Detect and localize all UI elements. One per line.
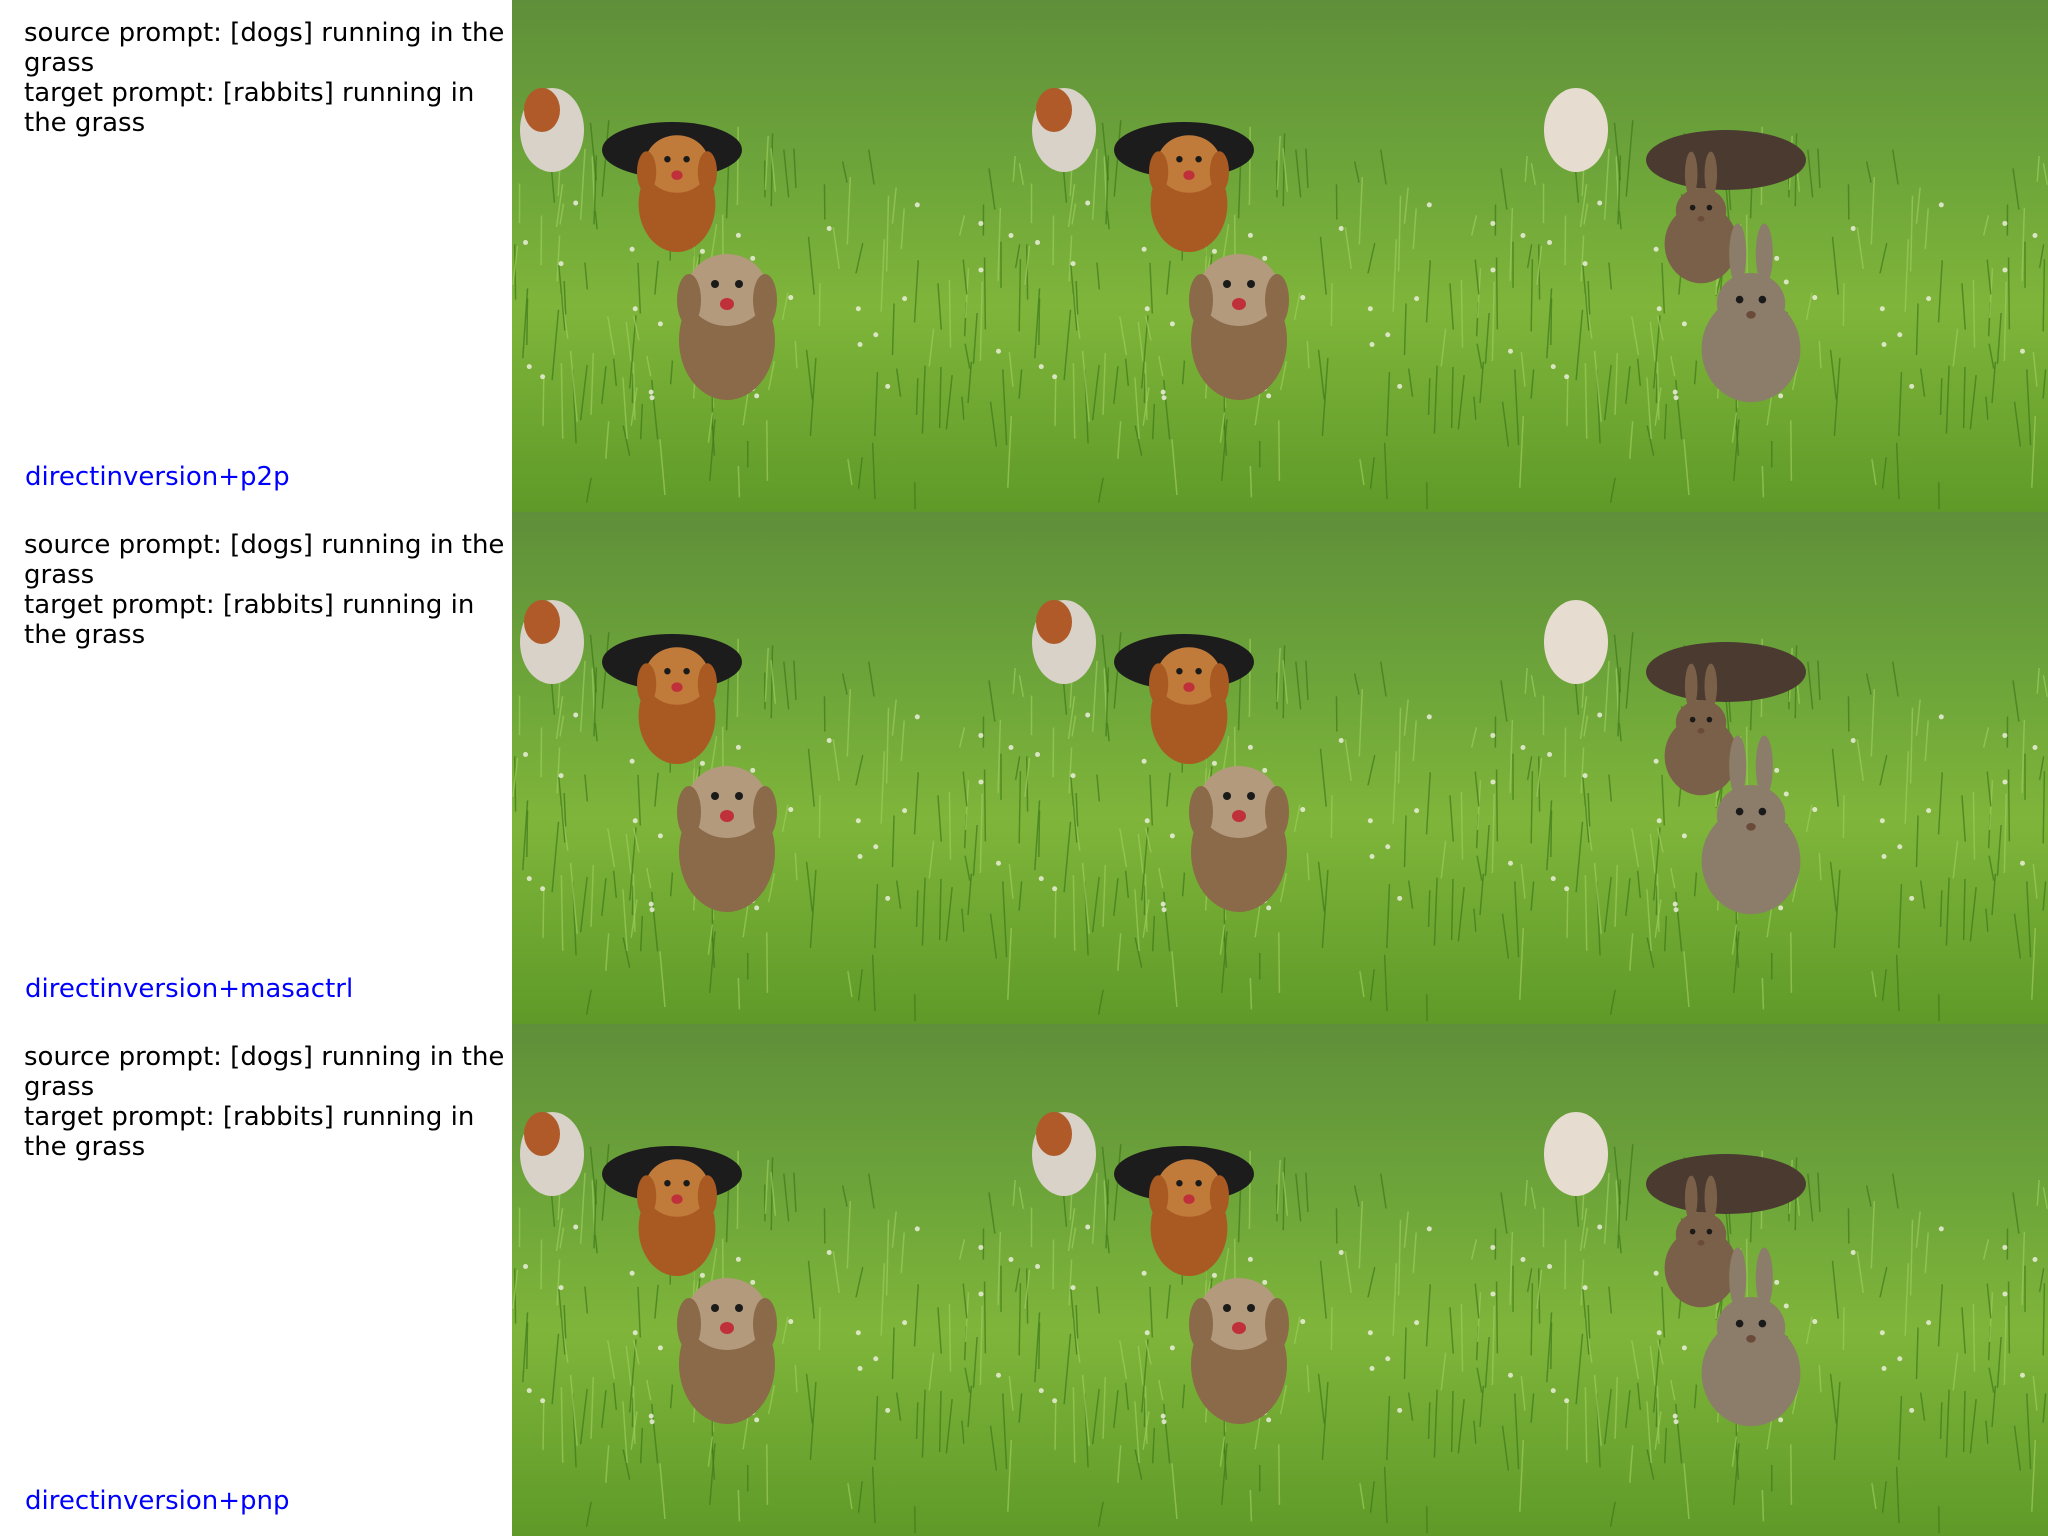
source-image — [512, 1024, 1024, 1536]
method-label: directinversion+pnp — [25, 1486, 290, 1516]
source-prompt: source prompt: [dogs] running in the gra… — [24, 1042, 513, 1102]
row-label-panel: source prompt: [dogs] running in the gra… — [0, 0, 512, 512]
row-label-panel: source prompt: [dogs] running in the gra… — [0, 1024, 512, 1536]
result-row-masactrl: source prompt: [dogs] running in the gra… — [0, 512, 2048, 1024]
method-label: directinversion+masactrl — [25, 974, 354, 1004]
result-row-p2p: source prompt: [dogs] running in the gra… — [0, 0, 2048, 512]
edited-image — [1536, 0, 2048, 512]
result-row-pnp: source prompt: [dogs] running in the gra… — [0, 1024, 2048, 1536]
source-image — [512, 0, 1024, 512]
reconstructed-image — [1024, 0, 1536, 512]
target-prompt: target prompt: [rabbits] running in the … — [24, 590, 483, 650]
source-image — [512, 512, 1024, 1024]
source-prompt: source prompt: [dogs] running in the gra… — [24, 18, 513, 78]
source-prompt: source prompt: [dogs] running in the gra… — [24, 530, 513, 590]
target-prompt: target prompt: [rabbits] running in the … — [24, 1102, 483, 1162]
method-label: directinversion+p2p — [25, 462, 290, 492]
target-prompt: target prompt: [rabbits] running in the … — [24, 78, 483, 138]
reconstructed-image — [1024, 1024, 1536, 1536]
edited-image — [1536, 512, 2048, 1024]
prompt-block: source prompt: [dogs] running in the gra… — [24, 530, 510, 650]
prompt-block: source prompt: [dogs] running in the gra… — [24, 1042, 510, 1162]
reconstructed-image — [1024, 512, 1536, 1024]
comparison-grid: source prompt: [dogs] running in the gra… — [0, 0, 2048, 1536]
edited-image — [1536, 1024, 2048, 1536]
prompt-block: source prompt: [dogs] running in the gra… — [24, 18, 510, 138]
row-label-panel: source prompt: [dogs] running in the gra… — [0, 512, 512, 1024]
